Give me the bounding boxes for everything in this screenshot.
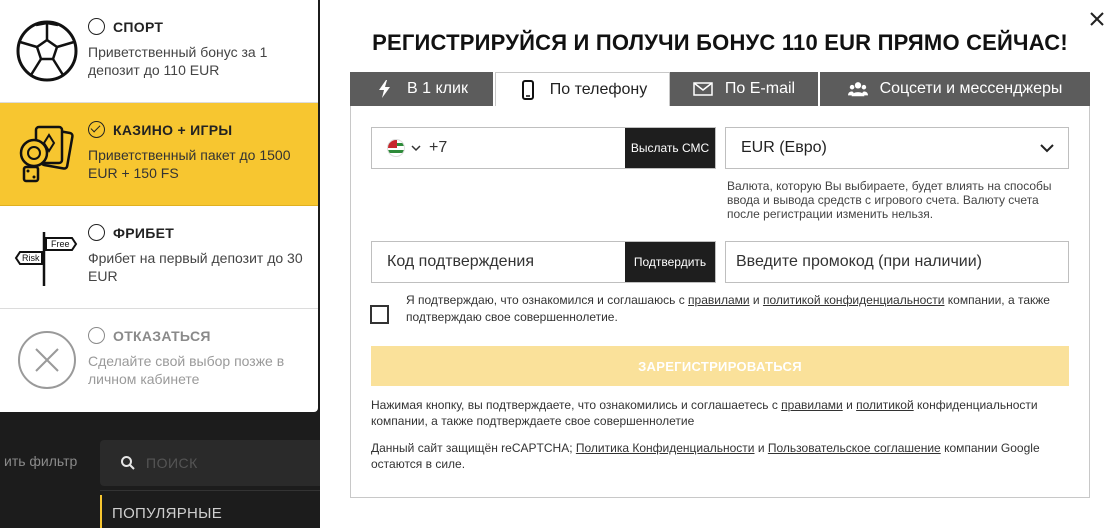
bonus-title: ОТКАЗАТЬСЯ — [88, 327, 308, 344]
tab-label: В 1 клик — [407, 80, 468, 97]
bonus-option-freebet[interactable]: Free Risk ФРИБЕТ Фрибет на первый депози… — [0, 206, 318, 309]
confirmation-code-field: Подтвердить — [371, 241, 716, 283]
filter-button[interactable]: ить фильтр — [0, 440, 95, 482]
policy-link[interactable]: политикой — [856, 398, 914, 412]
privacy-policy-link[interactable]: политикой конфиденциальности — [763, 293, 944, 307]
bonus-description: Сделайте свой выбор позже в личном кабин… — [88, 353, 285, 387]
registration-tabs: В 1 клик По телефону По E-mail Соцсети и… — [350, 72, 1090, 106]
radio-button-checked[interactable] — [88, 121, 105, 138]
casino-chips-cards-icon — [19, 125, 74, 183]
tab-one-click[interactable]: В 1 клик — [350, 72, 495, 106]
currency-select[interactable]: EUR (Евро) — [725, 127, 1069, 169]
tab-label: По телефону — [549, 80, 648, 98]
agreement-text: Я подтверждаю, что ознакомился и соглаша… — [406, 293, 1050, 324]
promo-code-field — [725, 241, 1069, 283]
bonus-title-text: СПОРТ — [113, 18, 164, 35]
search-placeholder: ПОИСК — [146, 455, 198, 471]
bonus-choice-panel: СПОРТ Приветственный бонус за 1 депозит … — [0, 0, 318, 412]
bonus-description: Приветственный пакет до 1500 EUR + 150 F… — [88, 147, 291, 181]
bonus-title: СПОРТ — [88, 18, 308, 35]
currency-value: EUR (Евро) — [741, 139, 827, 156]
bonus-option-decline[interactable]: ОТКАЗАТЬСЯ Сделайте свой выбор позже в л… — [0, 309, 318, 412]
soccer-ball-icon — [16, 20, 78, 82]
confirm-button[interactable]: Подтвердить — [625, 242, 715, 282]
chevron-down-icon — [1040, 144, 1054, 153]
tab-by-phone[interactable]: По телефону — [495, 72, 670, 106]
radio-button[interactable] — [88, 224, 105, 241]
people-icon — [847, 82, 868, 97]
recaptcha-notice: Данный сайт защищён reCAPTCHA; Политика … — [371, 441, 1040, 471]
close-icon[interactable] — [1086, 8, 1108, 30]
bonus-option-casino[interactable]: КАЗИНО + ИГРЫ Приветственный пакет до 15… — [0, 103, 318, 206]
site-search[interactable]: ПОИСК — [100, 440, 320, 486]
currency-note: Валюта, которую Вы выбираете, будет влия… — [727, 179, 1052, 221]
phone-icon — [521, 79, 534, 100]
register-button[interactable]: ЗАРЕГИСТРИРОВАТЬСЯ — [371, 346, 1069, 386]
registration-form: +7 Выслать СМС EUR (Евро) Валюта, котору… — [350, 106, 1090, 498]
tab-by-email[interactable]: По E-mail — [670, 72, 820, 106]
google-terms-link[interactable]: Пользовательское соглашение — [768, 441, 941, 455]
envelope-icon — [693, 82, 713, 96]
agreement-checkbox[interactable] — [370, 305, 389, 324]
radio-button[interactable] — [88, 327, 105, 344]
send-sms-button[interactable]: Выслать СМС — [625, 128, 715, 168]
divider — [100, 490, 320, 491]
decline-circle-icon — [18, 331, 76, 389]
popular-category[interactable]: ПОПУЛЯРНЫЕ — [100, 495, 320, 528]
bonus-option-sport[interactable]: СПОРТ Приветственный бонус за 1 депозит … — [0, 0, 318, 103]
lightning-icon — [379, 80, 391, 98]
phone-input[interactable]: +7 Выслать СМС — [371, 127, 716, 169]
signpost-risk-text: Risk — [22, 253, 40, 263]
bonus-title-text: КАЗИНО + ИГРЫ — [113, 121, 233, 138]
registration-title: РЕГИСТРИРУЙСЯ И ПОЛУЧИ БОНУС 110 EUR ПРЯ… — [372, 30, 1068, 55]
bonus-title: КАЗИНО + ИГРЫ — [88, 121, 308, 138]
signpost-icon: Free Risk — [14, 232, 78, 286]
bonus-title-text: ФРИБЕТ — [113, 224, 175, 241]
abkhazia-flag-icon[interactable] — [387, 139, 405, 157]
rules-link[interactable]: правилами — [781, 398, 843, 412]
bonus-title-text: ОТКАЗАТЬСЯ — [113, 327, 211, 344]
chevron-down-icon[interactable] — [411, 143, 421, 153]
tab-social[interactable]: Соцсети и мессенджеры — [820, 72, 1090, 106]
rules-link[interactable]: правилами — [688, 293, 750, 307]
phone-code[interactable]: +7 — [429, 139, 447, 157]
legal-notice: Нажимая кнопку, вы подтверждаете, что оз… — [371, 398, 1038, 428]
search-icon — [121, 456, 135, 470]
bonus-title: ФРИБЕТ — [88, 224, 308, 241]
promo-code-input[interactable] — [726, 242, 1068, 282]
confirmation-code-input[interactable] — [372, 242, 622, 282]
tab-label: Соцсети и мессенджеры — [879, 80, 1063, 97]
signpost-free-text: Free — [51, 239, 70, 249]
tab-label: По E-mail — [724, 80, 796, 97]
bonus-description: Приветственный бонус за 1 депозит до 110… — [88, 44, 268, 78]
radio-button[interactable] — [88, 18, 105, 35]
bonus-description: Фрибет на первый депозит до 30 EUR — [88, 250, 303, 284]
google-privacy-link[interactable]: Политика Конфиденциальности — [576, 441, 755, 455]
